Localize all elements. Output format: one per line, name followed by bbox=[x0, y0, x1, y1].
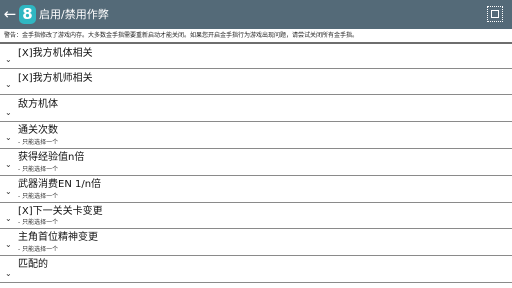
cheat-hint: - 只能选择一个 bbox=[18, 166, 59, 173]
chevron-down-icon[interactable]: ⌄ bbox=[5, 109, 13, 117]
chevron-down-icon[interactable]: ⌄ bbox=[5, 161, 13, 169]
cheat-label: [X]下一关关卡变更 bbox=[18, 206, 103, 217]
top-app-bar: ← 8 启用/禁用作弊 bbox=[0, 0, 512, 29]
chevron-down-icon[interactable]: ⌄ bbox=[5, 270, 13, 278]
cheat-label: 获得经验值n倍 bbox=[18, 152, 85, 163]
divider bbox=[0, 282, 512, 283]
cheat-item[interactable]: ⌄ 敌方机体 bbox=[0, 95, 512, 121]
cheat-label: 武器消费EN 1/n倍 bbox=[18, 179, 102, 190]
cheat-item[interactable]: ⌄ 通关次数 - 只能选择一个 bbox=[0, 122, 512, 148]
chevron-down-icon[interactable]: ⌄ bbox=[5, 56, 13, 64]
page-title: 启用/禁用作弊 bbox=[39, 8, 109, 21]
back-arrow-icon[interactable]: ← bbox=[2, 5, 18, 23]
chevron-down-icon[interactable]: ⌄ bbox=[5, 215, 13, 223]
app-logo-icon: 8 bbox=[19, 5, 36, 24]
chevron-down-icon[interactable]: ⌄ bbox=[5, 81, 13, 89]
chevron-down-icon[interactable]: ⌄ bbox=[5, 134, 13, 142]
cheat-label: [X]我方机体相关 bbox=[18, 48, 93, 59]
cheat-hint: - 只能选择一个 bbox=[18, 219, 59, 226]
cheat-item[interactable]: ⌄ [X]我方机师相关 bbox=[0, 69, 512, 94]
cheat-label: 通关次数 bbox=[18, 125, 58, 136]
cheat-hint: - 只能选择一个 bbox=[18, 246, 59, 253]
cheat-hint: - 只能选择一个 bbox=[18, 139, 59, 146]
cheat-item[interactable]: ⌄ 主角首位精神变更 - 只能选择一个 bbox=[0, 229, 512, 255]
cheat-item[interactable]: ⌄ [X]我方机体相关 bbox=[0, 44, 512, 68]
cheat-label: [X]我方机师相关 bbox=[18, 73, 93, 84]
fullscreen-icon[interactable] bbox=[487, 6, 503, 22]
cheat-item[interactable]: ⌄ 匹配的 bbox=[0, 256, 512, 282]
chevron-down-icon[interactable]: ⌄ bbox=[5, 188, 13, 196]
cheat-item[interactable]: ⌄ 武器消费EN 1/n倍 - 只能选择一个 bbox=[0, 176, 512, 202]
cheat-item[interactable]: ⌄ 获得经验值n倍 - 只能选择一个 bbox=[0, 149, 512, 175]
cheat-label: 主角首位精神变更 bbox=[18, 232, 98, 243]
cheat-item[interactable]: ⌄ [X]下一关关卡变更 - 只能选择一个 bbox=[0, 203, 512, 228]
cheat-label: 匹配的 bbox=[18, 259, 48, 270]
cheat-label: 敌方机体 bbox=[18, 99, 58, 110]
warning-text: 警告：金手指修改了游戏内存。大多数金手指需要重新启动才能关闭。如果您开启金手指行… bbox=[4, 32, 359, 39]
chevron-down-icon[interactable]: ⌄ bbox=[5, 241, 13, 249]
cheat-hint: - 只能选择一个 bbox=[18, 193, 59, 200]
